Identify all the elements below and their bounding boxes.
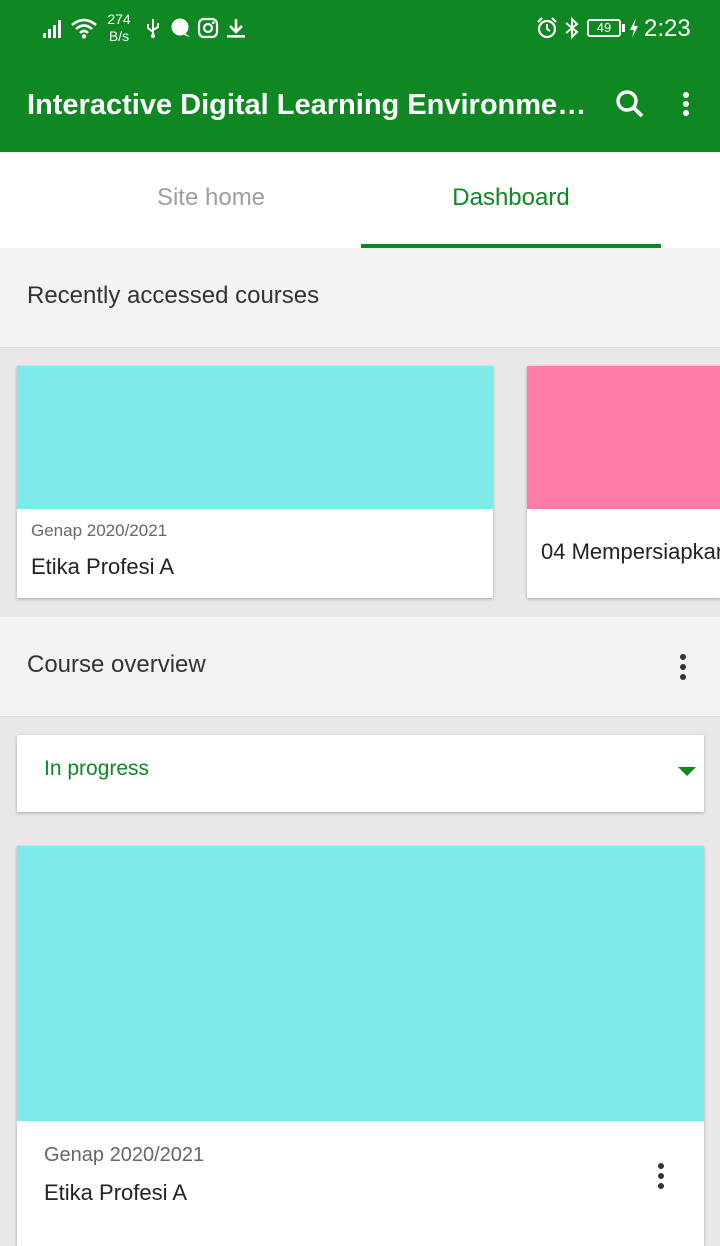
course-overview-card[interactable]: Genap 2020/2021 Etika Profesi A bbox=[17, 846, 704, 1246]
course-overview-title: Course overview bbox=[27, 651, 206, 678]
course-name: Etika Profesi A bbox=[31, 554, 175, 579]
battery-icon: 49 bbox=[587, 19, 621, 37]
network-speed-value: 274 bbox=[107, 11, 131, 27]
course-menu-button[interactable] bbox=[646, 1158, 676, 1198]
recent-course-card[interactable]: Genap 2020/2021 Etika Profesi A bbox=[17, 366, 493, 598]
course-category: Genap 2020/2021 bbox=[31, 521, 168, 540]
bluetooth-icon bbox=[565, 16, 579, 40]
signal-icon bbox=[43, 20, 61, 38]
usb-icon bbox=[147, 19, 159, 38]
recent-courses-title: Recently accessed courses bbox=[27, 282, 320, 309]
overview-menu-button[interactable] bbox=[668, 649, 698, 689]
course-overview-header: Course overview bbox=[0, 617, 720, 717]
course-filter-select[interactable]: In progress bbox=[17, 735, 704, 812]
alarm-icon bbox=[537, 17, 557, 39]
app-title: Interactive Digital Learning Environment… bbox=[27, 89, 587, 121]
tab-dashboard[interactable]: Dashboard bbox=[361, 152, 661, 248]
network-speed-unit: B/s bbox=[108, 28, 130, 44]
recent-courses-header: Recently accessed courses bbox=[0, 248, 720, 348]
more-vert-icon[interactable] bbox=[666, 84, 706, 124]
tab-site-home[interactable]: Site home bbox=[61, 152, 361, 248]
instagram-icon bbox=[197, 17, 219, 39]
course-image bbox=[17, 366, 493, 509]
chat-bubble-icon bbox=[171, 18, 190, 37]
network-speed: 274 B/s bbox=[104, 11, 134, 45]
course-filter-value: In progress bbox=[44, 757, 150, 780]
course-image bbox=[17, 846, 704, 1121]
recent-course-card[interactable]: 04 Mempersiapkan bbox=[527, 366, 720, 598]
battery-level: 49 bbox=[596, 20, 612, 35]
status-bar: 274 B/s 49 2:23 bbox=[0, 0, 720, 58]
app-header: 274 B/s 49 2:23 Interactive Digital Lear… bbox=[0, 0, 720, 152]
course-name: 04 Mempersiapkan bbox=[541, 539, 720, 564]
course-category: Genap 2020/2021 bbox=[44, 1144, 205, 1166]
dropdown-arrow-icon bbox=[678, 767, 696, 776]
charging-icon bbox=[630, 18, 638, 38]
course-name: Etika Profesi A bbox=[44, 1180, 188, 1205]
battery-terminal bbox=[622, 24, 625, 32]
search-icon[interactable] bbox=[610, 84, 650, 124]
download-icon bbox=[227, 19, 245, 38]
tab-bar: Site home Dashboard bbox=[0, 152, 720, 248]
clock: 2:23 bbox=[644, 15, 691, 42]
course-image bbox=[527, 366, 720, 509]
wifi-icon bbox=[71, 18, 97, 39]
